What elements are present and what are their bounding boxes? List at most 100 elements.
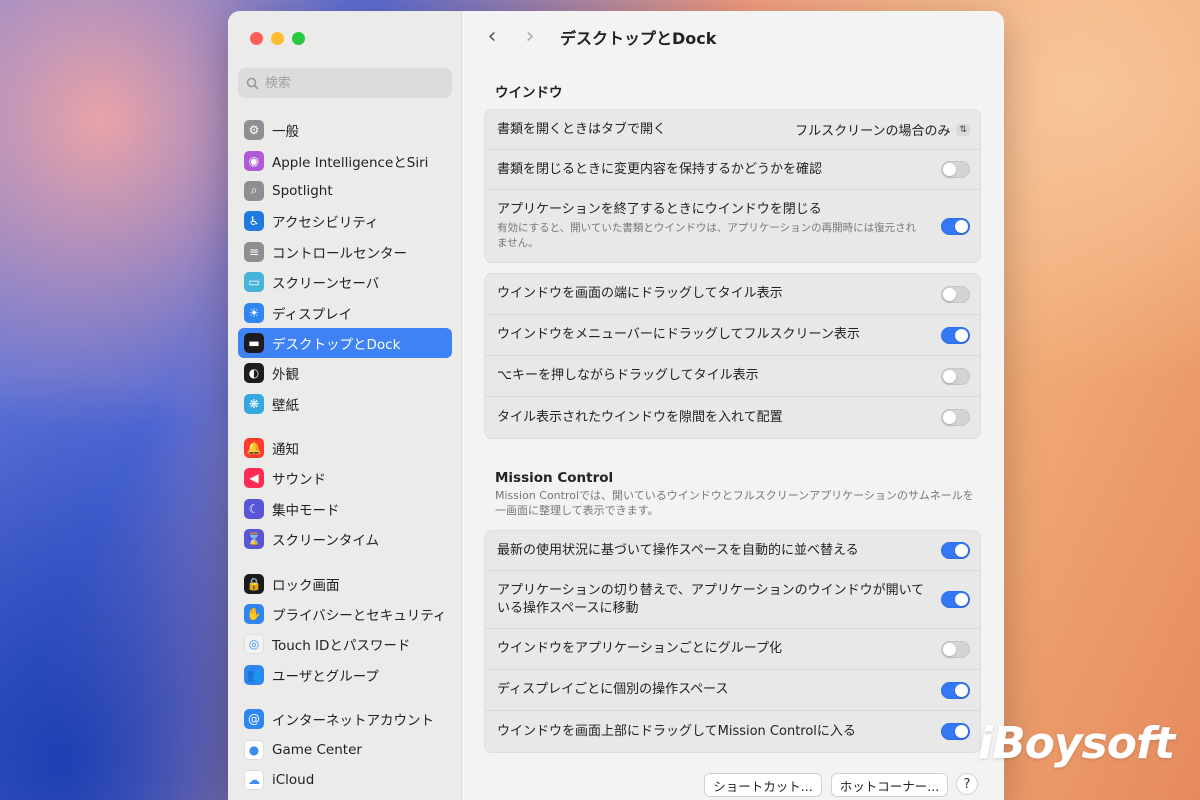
- sidebar-item[interactable]: ☀ ディスプレイ: [238, 297, 452, 327]
- mission-control-card: 最新の使用状況に基づいて操作スペースを自動的に並べ替えるアプリケーションの切り替…: [484, 530, 981, 753]
- settings-window: ⚙ 一般 ◉ Apple IntelligenceとSiri ⌕ Spotlight ♿ アク…: [228, 11, 1004, 800]
- settings-row: ウインドウをメニューバーにドラッグしてフルスクリーン表示: [485, 315, 980, 356]
- shortcuts-button[interactable]: ショートカット...: [704, 773, 822, 797]
- sidebar-item[interactable]: ⌕ Spotlight: [238, 176, 452, 206]
- row-text: ウインドウをメニューバーにドラッグしてフルスクリーン表示: [497, 326, 860, 344]
- sidebar-item-label: コントロールセンター: [272, 245, 407, 262]
- toggle-switch[interactable]: [941, 285, 970, 303]
- toggle-switch[interactable]: [941, 591, 970, 608]
- dock-icon: ▬: [244, 332, 264, 353]
- sidebar-item-label: インターネットアカウント: [272, 713, 434, 730]
- sidebar-item[interactable]: ⚙ 一般: [238, 115, 452, 145]
- magnifier-icon: ⌕: [244, 180, 264, 201]
- row-text: ディスプレイごとに個別の操作スペース: [497, 681, 729, 699]
- sidebar-item-label: 一般: [272, 124, 299, 141]
- sidebar-item-label: スクリーンセーバ: [272, 276, 380, 293]
- sidebar-item[interactable]: ☁ iCloud: [238, 765, 452, 795]
- settings-row: アプリケーションの切り替えで、アプリケーションのウインドウが開いている操作スペー…: [485, 571, 980, 629]
- row-sublabel: 有効にすると、開いていた書類とウインドウは、アプリケーションの再開時には復元され…: [497, 222, 917, 249]
- sidebar-item-label: iCloud: [272, 772, 315, 788]
- sidebar-item[interactable]: ◀ サウンド: [238, 463, 452, 493]
- row-text: ウインドウを画面の端にドラッグしてタイル表示: [497, 285, 783, 303]
- settings-row: ウインドウを画面の端にドラッグしてタイル表示: [485, 274, 980, 315]
- users-icon: 👥: [244, 664, 264, 685]
- toggle-switch[interactable]: [941, 217, 970, 235]
- sidebar-item[interactable]: ▬ デスクトップとDock: [238, 327, 452, 359]
- iboysoft-watermark: iBoysoft: [978, 718, 1175, 769]
- sidebar-item[interactable]: ⌛ スクリーンタイム: [238, 524, 452, 554]
- speaker-icon: ◀: [244, 468, 264, 489]
- sidebar-item[interactable]: 🔔 通知: [238, 433, 452, 463]
- control-center-icon: ≡: [244, 241, 264, 262]
- help-button[interactable]: ?: [956, 773, 978, 795]
- screensaver-icon: ▭: [244, 272, 264, 293]
- sidebar-item[interactable]: @ インターネットアカウント: [238, 704, 452, 734]
- toggle-switch[interactable]: [941, 681, 970, 699]
- hourglass-icon: ⌛: [244, 529, 264, 550]
- minimize-window-button[interactable]: [271, 32, 284, 45]
- row-label: ウインドウをメニューバーにドラッグしてフルスクリーン表示: [497, 327, 860, 342]
- mission-control-title: Mission Control: [495, 470, 614, 486]
- sidebar-item-label: ディスプレイ: [272, 306, 353, 323]
- toggle-switch[interactable]: [941, 367, 970, 385]
- toggle-switch[interactable]: [941, 161, 970, 178]
- forward-button[interactable]: ›: [520, 26, 540, 48]
- sidebar-item[interactable]: ❋ 壁紙: [238, 389, 452, 419]
- toggle-switch[interactable]: [941, 723, 970, 740]
- sidebar-item[interactable]: ● Game Center: [238, 734, 452, 764]
- back-button[interactable]: ‹: [482, 26, 502, 48]
- sidebar-item-label: サウンド: [272, 472, 326, 489]
- chevron-updown-icon: ⇅: [956, 123, 970, 136]
- row-label: 書類を閉じるときに変更内容を保持するかどうかを確認: [497, 161, 823, 177]
- sidebar-item[interactable]: ≡ コントロールセンター: [238, 237, 452, 267]
- sidebar-item[interactable]: ◉ Apple IntelligenceとSiri: [238, 145, 452, 175]
- close-window-button[interactable]: [250, 32, 263, 45]
- settings-row: ウインドウをアプリケーションごとにグループ化: [485, 629, 980, 670]
- sidebar-item[interactable]: 👥 ユーザとグループ: [238, 660, 452, 690]
- sidebar-item[interactable]: ◐ 外観: [238, 358, 452, 388]
- sidebar-group: 🔔 通知 ◀ サウンド ☾ 集中モード ⌛ スクリーンタイム: [238, 433, 452, 555]
- row-text: 書類を閉じるときに変更内容を保持するかどうかを確認: [497, 161, 822, 179]
- zoom-window-button[interactable]: [292, 32, 305, 45]
- sidebar-item-label: プライバシーとセキュリティ: [272, 608, 447, 625]
- row-text: ウインドウをアプリケーションごとにグループ化: [497, 640, 782, 658]
- search-field[interactable]: [238, 68, 452, 98]
- row-text: アプリケーションを終了するときにウインドウを閉じる 有効にすると、開いていた書類と…: [497, 201, 917, 251]
- lock-icon: 🔒: [244, 573, 264, 594]
- sidebar-item[interactable]: ♿ アクセシビリティ: [238, 206, 452, 236]
- sidebar-group: @ インターネットアカウント ● Game Center ☁ iCloud: [238, 704, 452, 795]
- cloud-icon: ☁: [244, 770, 264, 790]
- sidebar-item-label: 通知: [272, 442, 299, 459]
- hand-icon: ✋: [244, 604, 264, 625]
- windows-card-2: ウインドウを画面の端にドラッグしてタイル表示ウインドウをメニューバーにドラッグし…: [484, 273, 981, 439]
- sidebar-item[interactable]: ✋ プライバシーとセキュリティ: [238, 599, 452, 629]
- toggle-switch[interactable]: [941, 409, 970, 426]
- search-icon: [246, 77, 259, 90]
- row-label: 最新の使用状況に基づいて操作スペースを自動的に並べ替える: [497, 542, 859, 558]
- page-title: デスクトップとDock: [560, 29, 717, 48]
- toggle-switch[interactable]: [941, 542, 970, 559]
- settings-row: 最新の使用状況に基づいて操作スペースを自動的に並べ替える: [485, 531, 980, 571]
- sidebar-item-label: スクリーンタイム: [272, 533, 380, 550]
- sidebar-item[interactable]: ☾ 集中モード: [238, 494, 452, 524]
- sidebar-group: ⚙ 一般 ◉ Apple IntelligenceとSiri ⌕ Spotlight ♿ アク…: [238, 115, 452, 419]
- row-text: タイル表示されたウインドウを隙間を入れて配置: [497, 409, 783, 427]
- appearance-icon: ◐: [244, 363, 264, 384]
- sidebar-item[interactable]: ▭ スクリーンセーバ: [238, 267, 452, 297]
- sidebar-item-label: アクセシビリティ: [272, 215, 379, 232]
- row-label: ⌥キーを押しながらドラッグしてタイル表示: [497, 368, 759, 383]
- search-input[interactable]: [265, 75, 435, 91]
- sidebar-item[interactable]: 🔒 ロック画面: [238, 568, 452, 598]
- hot-corners-button[interactable]: ホットコーナー...: [831, 773, 948, 797]
- sidebar-item-label: Game Center: [272, 741, 362, 758]
- windows-card-1: 書類を開くときはタブで開く フルスクリーンの場合のみ ⇅ 書類を閉じるときに変更内容を…: [484, 109, 981, 263]
- sidebar-item[interactable]: ◎ Touch IDとパスワード: [238, 629, 452, 659]
- wallpaper-icon: ❋: [244, 393, 264, 414]
- bell-icon: 🔔: [244, 438, 264, 459]
- sun-icon: ☀: [244, 302, 264, 323]
- row-text: 書類を開くときはタブで開く: [497, 121, 666, 139]
- toggle-switch[interactable]: [941, 640, 970, 658]
- moon-icon: ☾: [244, 498, 264, 519]
- toggle-switch[interactable]: [941, 326, 970, 344]
- tabs-mode-select[interactable]: フルスクリーンの場合のみ ⇅: [795, 120, 970, 139]
